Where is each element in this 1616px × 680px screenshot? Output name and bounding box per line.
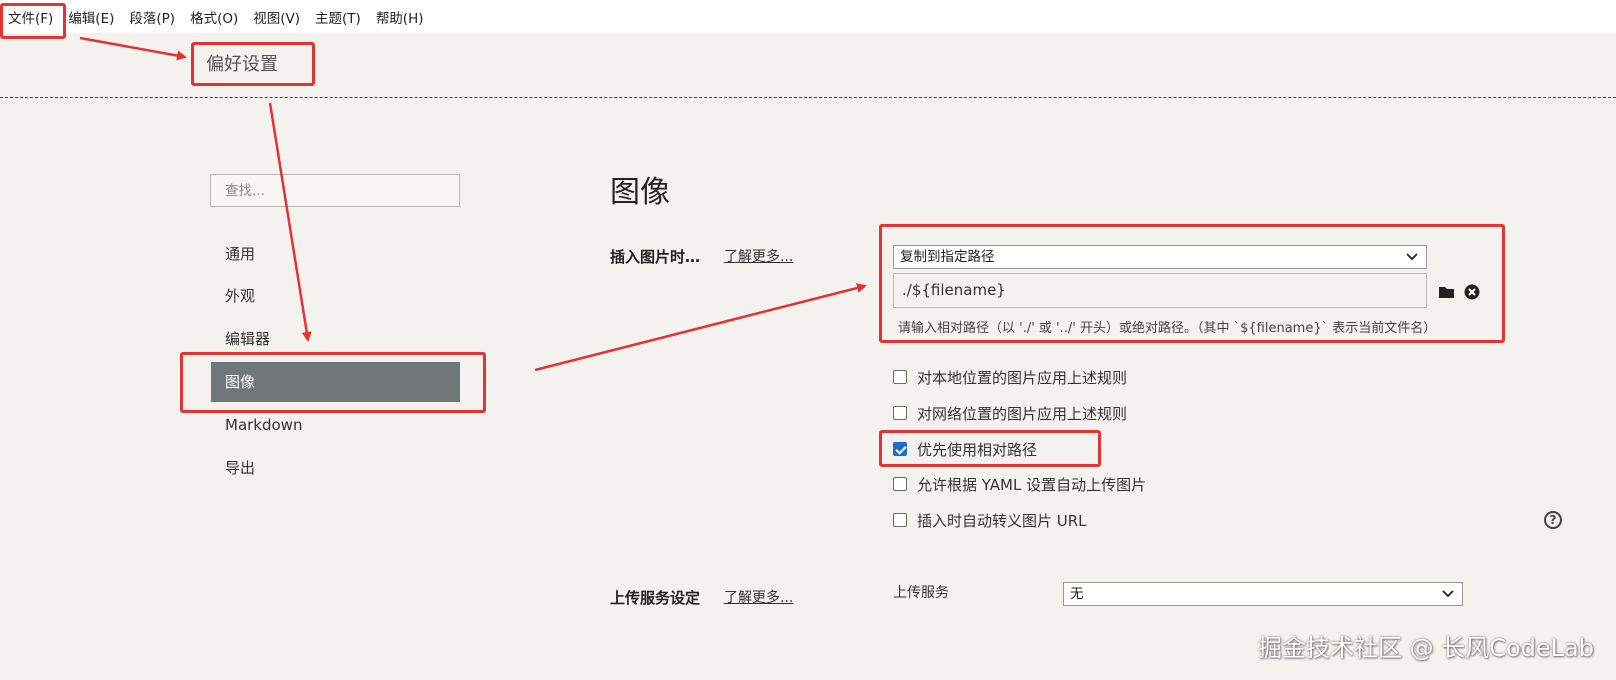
arrow-to-preferences <box>79 36 187 61</box>
arrow-to-insert-settings <box>534 283 867 372</box>
annotation-arrows <box>79 36 867 372</box>
arrow-to-image-nav <box>268 102 312 342</box>
watermark: 掘金技术社区 @ 长风CodeLab <box>1257 634 1594 662</box>
